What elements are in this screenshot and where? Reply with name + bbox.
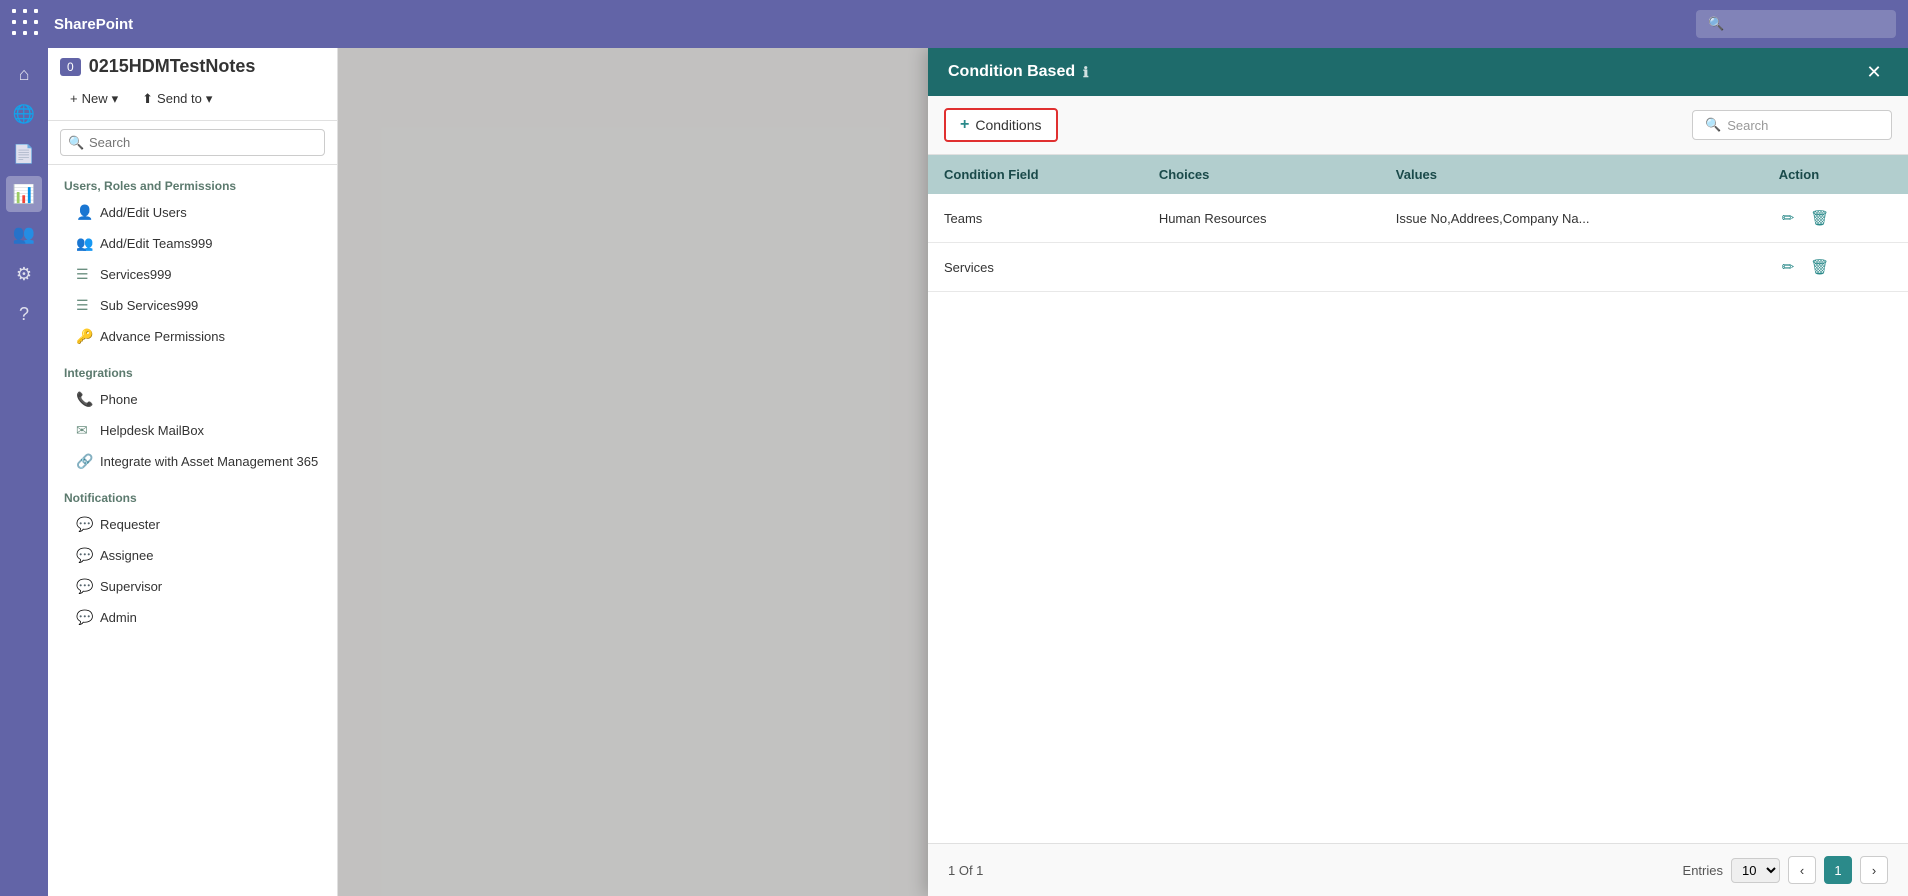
col-header-condition-field: Condition Field	[928, 155, 1143, 194]
cell-action: ✏ 🗑	[1763, 194, 1908, 243]
delete-icon[interactable]: 🗑	[1807, 206, 1832, 230]
sidebar-item-admin[interactable]: 💬 Admin	[48, 602, 337, 633]
cell-condition-field: Teams	[928, 194, 1143, 243]
chevron-down-icon: ▾	[112, 91, 119, 107]
plus-icon: +	[960, 116, 969, 134]
top-search-icon: 🔍	[1708, 16, 1724, 32]
toolbar: + New ▾ ⬆ Send to ▾	[48, 77, 337, 121]
main-content: Condition Based ℹ ✕ + Conditions 🔍 Searc…	[338, 48, 1908, 896]
new-button[interactable]: + New ▾	[60, 87, 128, 111]
link-icon: 🔗	[76, 453, 92, 470]
entries-select[interactable]: 10 25 50	[1731, 858, 1780, 883]
delete-icon[interactable]: 🗑	[1807, 255, 1832, 279]
cell-values	[1380, 243, 1763, 292]
cell-action: ✏ 🗑	[1763, 243, 1908, 292]
modal-title: Condition Based ℹ	[948, 63, 1088, 81]
sidebar-icon-chart[interactable]: 📊	[6, 176, 42, 212]
info-icon: ℹ	[1083, 64, 1088, 81]
sidebar-item-add-edit-teams[interactable]: 👥 Add/Edit Teams999	[48, 228, 337, 259]
page-title: 0215HDMTestNotes	[89, 56, 256, 77]
sidebar-icon-people[interactable]: 👥	[6, 216, 42, 252]
sidebar-item-phone[interactable]: 📞 Phone	[48, 384, 337, 415]
sidebar-icon-settings[interactable]: ⚙	[6, 256, 42, 292]
cell-choices	[1143, 243, 1380, 292]
conditions-table: Condition Field Choices Values Action Te…	[928, 155, 1908, 843]
top-navbar: SharePoint 🔍	[0, 0, 1908, 48]
sidebar-item-sub-services[interactable]: ☰ Sub Services999	[48, 290, 337, 321]
modal-close-button[interactable]: ✕	[1860, 58, 1888, 86]
chat-icon: 💬	[76, 516, 92, 533]
main-layout: ⌂ 🌐 📄 📊 👥 ⚙ ? 0 0215HDMTestNotes + New ▾…	[0, 48, 1908, 896]
sidebar-search-bar: 🔍	[48, 121, 337, 165]
sidebar-icon-home[interactable]: ⌂	[6, 56, 42, 92]
modal-search-bar[interactable]: 🔍 Search	[1692, 110, 1892, 140]
icon-sidebar: ⌂ 🌐 📄 📊 👥 ⚙ ?	[0, 48, 48, 896]
sub-services-icon: ☰	[76, 297, 92, 314]
sidebar-item-supervisor[interactable]: 💬 Supervisor	[48, 571, 337, 602]
page-header: 0 0215HDMTestNotes	[48, 48, 337, 77]
send-icon: ⬆	[142, 91, 153, 107]
table-row: Teams Human Resources Issue No,Addrees,C…	[928, 194, 1908, 243]
pagination-controls: Entries 10 25 50 ‹ 1 ›	[1683, 856, 1888, 884]
plus-icon: +	[70, 91, 78, 106]
search-icon: 🔍	[68, 135, 84, 151]
chat-icon-2: 💬	[76, 547, 92, 564]
sidebar-icon-help[interactable]: ?	[6, 296, 42, 332]
send-to-button[interactable]: ⬆ Send to ▾	[132, 87, 222, 111]
search-icon: 🔍	[1705, 117, 1721, 133]
chevron-down-icon: ▾	[206, 91, 213, 107]
pagination-info: 1 Of 1	[948, 863, 983, 878]
phone-icon: 📞	[76, 391, 92, 408]
prev-page-button[interactable]: ‹	[1788, 856, 1816, 884]
teams-icon: 👥	[76, 235, 92, 252]
services-icon: ☰	[76, 266, 92, 283]
user-icon: 👤	[76, 204, 92, 221]
sidebar-item-integrate-asset[interactable]: 🔗 Integrate with Asset Management 365	[48, 446, 337, 477]
sidebar-item-assignee[interactable]: 💬 Assignee	[48, 540, 337, 571]
page-1-button[interactable]: 1	[1824, 856, 1852, 884]
col-header-choices: Choices	[1143, 155, 1380, 194]
section-title-users: Users, Roles and Permissions	[48, 165, 337, 197]
sidebar-sections: Users, Roles and Permissions 👤 Add/Edit …	[48, 165, 337, 633]
table-row: Services ✏ 🗑	[928, 243, 1908, 292]
cell-values: Issue No,Addrees,Company Na...	[1380, 194, 1763, 243]
app-grid-button[interactable]	[12, 9, 42, 39]
edit-icon[interactable]: ✏	[1779, 206, 1798, 230]
cell-condition-field: Services	[928, 243, 1143, 292]
chat-icon-4: 💬	[76, 609, 92, 626]
modal-toolbar: + Conditions 🔍 Search	[928, 96, 1908, 155]
app-logo: SharePoint	[54, 16, 133, 33]
mail-icon: ✉	[76, 422, 92, 439]
edit-icon[interactable]: ✏	[1779, 255, 1798, 279]
page-badge: 0	[60, 58, 81, 76]
col-header-values: Values	[1380, 155, 1763, 194]
cell-choices: Human Resources	[1143, 194, 1380, 243]
modal-panel: Condition Based ℹ ✕ + Conditions 🔍 Searc…	[928, 48, 1908, 896]
col-header-action: Action	[1763, 155, 1908, 194]
sidebar-icon-file[interactable]: 📄	[6, 136, 42, 172]
sidebar-item-requester[interactable]: 💬 Requester	[48, 509, 337, 540]
sidebar-icon-globe[interactable]: 🌐	[6, 96, 42, 132]
sidebar-item-services[interactable]: ☰ Services999	[48, 259, 337, 290]
key-icon: 🔑	[76, 328, 92, 345]
sidebar-item-helpdesk-mailbox[interactable]: ✉ Helpdesk MailBox	[48, 415, 337, 446]
content-sidebar: 0 0215HDMTestNotes + New ▾ ⬆ Send to ▾ 🔍	[48, 48, 338, 896]
next-page-button[interactable]: ›	[1860, 856, 1888, 884]
chat-icon-3: 💬	[76, 578, 92, 595]
add-conditions-button[interactable]: + Conditions	[944, 108, 1058, 142]
section-title-integrations: Integrations	[48, 352, 337, 384]
sidebar-item-add-edit-users[interactable]: 👤 Add/Edit Users	[48, 197, 337, 228]
section-title-notifications: Notifications	[48, 477, 337, 509]
modal-footer: 1 Of 1 Entries 10 25 50 ‹ 1 ›	[928, 843, 1908, 896]
modal-header: Condition Based ℹ ✕	[928, 48, 1908, 96]
sidebar-item-advance-permissions[interactable]: 🔑 Advance Permissions	[48, 321, 337, 352]
entries-label: Entries	[1683, 863, 1723, 878]
top-search-bar[interactable]: 🔍	[1696, 10, 1896, 38]
search-input[interactable]	[60, 129, 325, 156]
